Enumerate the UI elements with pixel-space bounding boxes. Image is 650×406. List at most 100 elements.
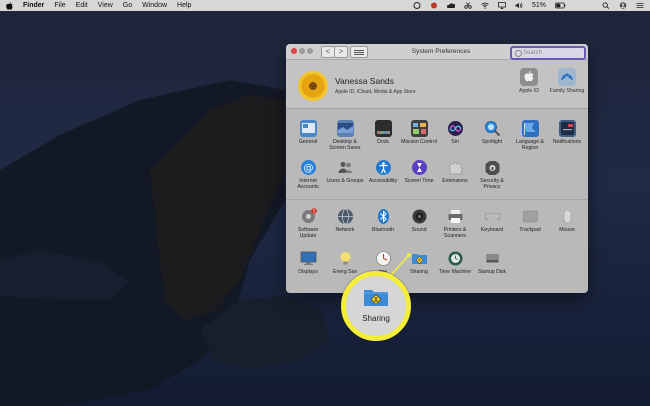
pref-siri[interactable]: Siri <box>436 120 474 145</box>
pref-label: Bluetooth <box>372 227 394 233</box>
menu-window[interactable]: Window <box>142 0 167 11</box>
at-icon: @ <box>300 159 317 176</box>
spotlight-menu-icon[interactable] <box>602 2 610 9</box>
control-center-icon[interactable] <box>636 2 644 9</box>
search-icon <box>515 50 522 57</box>
volume-icon[interactable] <box>515 2 523 9</box>
pref-bluetooth[interactable]: Bluetooth <box>364 208 402 233</box>
show-all-button[interactable] <box>350 46 368 58</box>
dock-icon <box>374 120 392 137</box>
pref-security-privacy[interactable]: Security & Privacy <box>473 159 511 190</box>
pref-label: Time Machine <box>438 269 472 275</box>
pref-general[interactable]: General <box>289 120 327 145</box>
pref-spotlight[interactable]: Spotlight <box>473 120 511 145</box>
notifications-icon <box>558 120 576 137</box>
apple-menu-icon[interactable] <box>6 2 13 10</box>
pref-mouse[interactable]: Mouse <box>548 208 586 233</box>
desktop-icon <box>336 120 354 137</box>
menu-finder[interactable]: Finder <box>23 0 44 11</box>
mouse-icon <box>559 208 576 225</box>
cloud-icon[interactable] <box>446 2 455 9</box>
pref-sound[interactable]: Sound <box>400 208 438 233</box>
record-icon[interactable] <box>430 2 438 9</box>
pref-label: Language & Region <box>516 139 544 151</box>
search-field[interactable]: Search <box>510 46 586 60</box>
pref-label: Extensions <box>442 178 468 184</box>
pref-language-region[interactable]: Language & Region <box>511 120 549 151</box>
pref-screen-time[interactable]: Screen Time <box>400 159 438 184</box>
forward-button[interactable]: > <box>334 46 348 58</box>
pref-label: Spotlight <box>481 139 503 145</box>
pref-accessibility[interactable]: Accessibility <box>364 159 402 184</box>
energy-saver-icon <box>337 250 354 267</box>
pref-users-groups[interactable]: Users & Groups <box>326 159 364 184</box>
pref-extensions[interactable]: Extensions <box>436 159 474 184</box>
pref-sharing[interactable]: Sharing <box>400 250 438 275</box>
pref-label: Accessibility <box>368 178 398 184</box>
pref-network[interactable]: Network <box>326 208 364 233</box>
menu-view[interactable]: View <box>98 0 113 11</box>
menu-help[interactable]: Help <box>177 0 191 11</box>
pref-displays[interactable]: Displays <box>289 250 327 275</box>
zoom-button[interactable] <box>307 48 313 54</box>
sharing-large-icon <box>364 290 388 306</box>
trackpad-icon <box>522 208 539 225</box>
security-icon <box>484 159 501 176</box>
pref-family-sharing[interactable]: Family Sharing <box>547 68 587 94</box>
battery-icon[interactable] <box>555 2 566 9</box>
accessibility-icon <box>375 159 392 176</box>
menu-file[interactable]: File <box>54 0 65 11</box>
pref-software-update[interactable]: 1 Software Update <box>289 208 327 239</box>
close-button[interactable] <box>291 48 297 54</box>
apple-id-label: Apple ID <box>519 88 539 94</box>
pref-label: Keyboard <box>480 227 504 233</box>
pref-trackpad[interactable]: Trackpad <box>511 208 549 233</box>
avatar[interactable] <box>298 71 328 101</box>
svg-text:@: @ <box>303 163 313 174</box>
creative-cloud-icon[interactable] <box>413 2 421 9</box>
pref-dock[interactable]: Dock <box>364 120 402 145</box>
pref-label: Displays <box>298 269 318 275</box>
pref-desktop-screen-saver[interactable]: Desktop & Screen Saver <box>326 120 364 151</box>
pref-keyboard[interactable]: Keyboard <box>473 208 511 233</box>
menu-go[interactable]: Go <box>123 0 132 11</box>
menu-bar: Finder File Edit View Go Window Help 51% <box>0 0 650 11</box>
software-update-icon: 1 <box>300 208 317 225</box>
pref-printers-scanners[interactable]: Printers & Scanners <box>436 208 474 239</box>
spotlight-icon <box>484 120 501 137</box>
pref-label: Network <box>335 227 355 233</box>
airplay-icon[interactable] <box>498 2 506 9</box>
family-sharing-label: Family Sharing <box>549 88 585 94</box>
pref-label: Energ Sav <box>332 269 358 275</box>
scissors-icon[interactable] <box>464 2 472 9</box>
pref-label: Internet Accounts <box>297 178 319 190</box>
pref-energy-saver[interactable]: Energ Sav <box>326 250 364 275</box>
svg-text:1: 1 <box>312 209 315 214</box>
startup-disk-icon <box>484 250 501 267</box>
pref-label: Mission Control <box>401 139 437 145</box>
user-subtitle: Apple ID, iCloud, Media & App Store <box>335 89 416 95</box>
system-preferences-window: < > System Preferences Search Vanessa Sa… <box>286 44 588 293</box>
pref-notifications[interactable]: Notifications <box>548 120 586 145</box>
pref-mission-control[interactable]: Mission Control <box>400 120 438 145</box>
user-menu-icon[interactable] <box>619 2 627 9</box>
menu-edit[interactable]: Edit <box>76 0 88 11</box>
displays-icon <box>300 250 317 267</box>
wifi-icon[interactable] <box>481 2 489 9</box>
time-machine-icon <box>447 250 464 267</box>
pref-label: Software Update <box>297 227 319 239</box>
general-icon <box>299 120 317 137</box>
pref-label: Trackpad <box>519 227 541 233</box>
family-sharing-icon <box>558 68 576 86</box>
sharing-callout-label: Sharing <box>362 314 390 323</box>
user-name: Vanessa Sands <box>335 76 394 86</box>
minimize-button[interactable] <box>299 48 305 54</box>
sharing-icon <box>411 250 428 267</box>
pref-apple-id[interactable]: Apple ID <box>509 68 549 94</box>
pref-time-machine[interactable]: Time Machine <box>436 250 474 275</box>
battery-percent[interactable]: 51% <box>532 0 546 11</box>
sharing-callout-magnifier: Sharing <box>341 271 411 341</box>
back-button[interactable]: < <box>321 46 335 58</box>
pref-internet-accounts[interactable]: @ Internet Accounts <box>289 159 327 190</box>
pref-startup-disk[interactable]: Startup Disk <box>473 250 511 275</box>
